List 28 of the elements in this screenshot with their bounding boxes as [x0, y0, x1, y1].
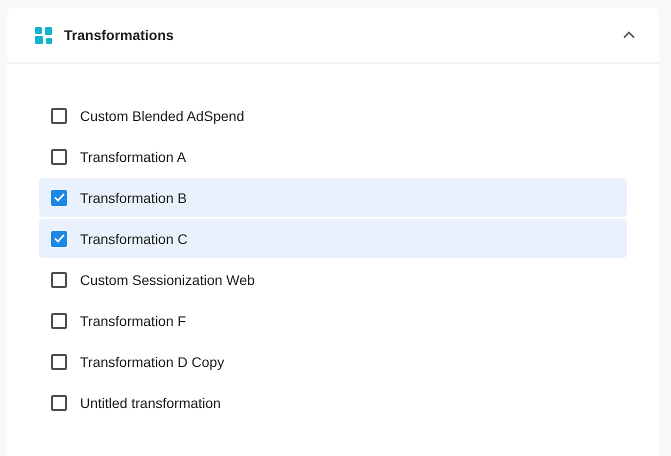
- checkbox[interactable]: [51, 148, 67, 164]
- list-item[interactable]: Custom Sessionization Web: [39, 260, 627, 299]
- list-item[interactable]: Transformation F: [39, 301, 627, 340]
- checkbox[interactable]: [51, 394, 67, 410]
- checkbox[interactable]: [51, 190, 67, 206]
- list-item[interactable]: Transformation A: [39, 137, 627, 176]
- blocks-icon: [35, 26, 52, 44]
- checkbox[interactable]: [51, 230, 67, 246]
- item-label: Transformation A: [80, 148, 186, 164]
- checkbox[interactable]: [51, 272, 67, 288]
- item-label: Untitled transformation: [80, 394, 221, 410]
- item-label: Custom Sessionization Web: [80, 272, 255, 288]
- list-item[interactable]: Transformation D Copy: [39, 342, 627, 381]
- item-label: Custom Blended AdSpend: [80, 108, 244, 124]
- chevron-icon: [623, 31, 635, 39]
- collapse-toggle[interactable]: [621, 29, 637, 41]
- checkbox[interactable]: [51, 108, 67, 124]
- checkbox[interactable]: [51, 312, 67, 328]
- checkbox[interactable]: [51, 354, 67, 370]
- item-label: Transformation F: [80, 312, 186, 328]
- list-item[interactable]: Transformation C: [39, 219, 627, 258]
- panel-title: Transformations: [64, 27, 175, 43]
- list-item[interactable]: Transformation B: [39, 178, 627, 217]
- list-item[interactable]: Untitled transformation: [39, 383, 627, 422]
- item-label: Transformation D Copy: [80, 354, 224, 370]
- list-item[interactable]: Custom Blended AdSpend: [39, 96, 627, 135]
- item-label: Transformation C: [80, 230, 188, 246]
- item-label: Transformation B: [80, 190, 187, 206]
